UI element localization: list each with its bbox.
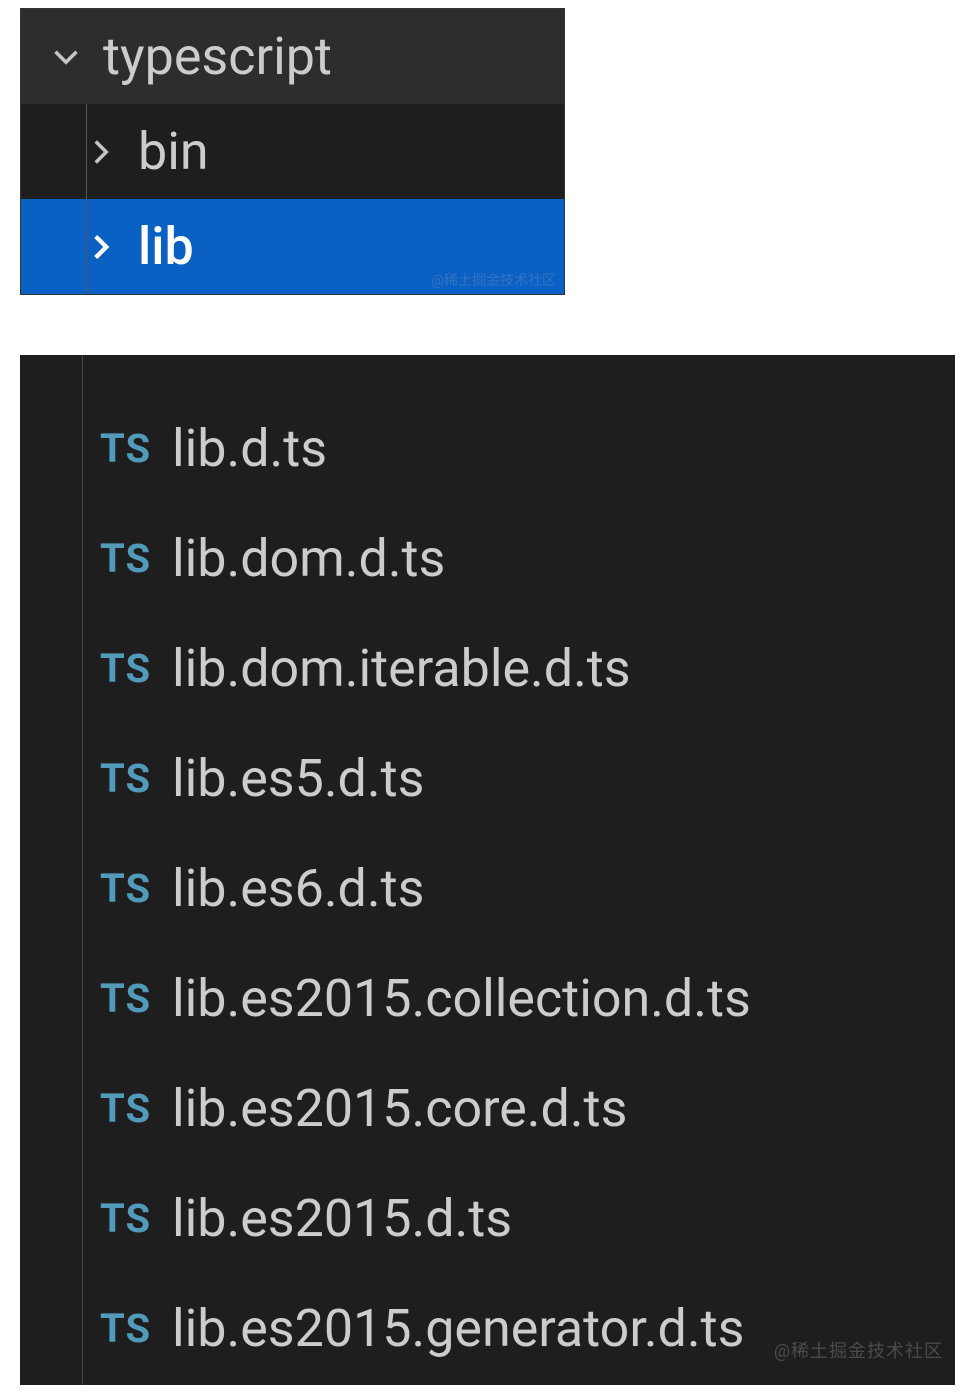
typescript-file-icon: TS bbox=[100, 755, 162, 802]
file-list-panel: TS lib.d.ts TS lib.dom.d.ts TS lib.dom.i… bbox=[20, 355, 955, 1385]
file-item[interactable]: TS lib.es2015.core.d.ts bbox=[20, 1053, 955, 1163]
chevron-right-icon bbox=[76, 226, 126, 268]
file-item[interactable]: TS lib.dom.d.ts bbox=[20, 503, 955, 613]
typescript-file-icon: TS bbox=[100, 535, 162, 582]
file-name: lib.dom.iterable.d.ts bbox=[172, 638, 631, 699]
file-name: lib.es6.d.ts bbox=[172, 858, 424, 919]
file-item[interactable]: TS lib.es2015.collection.d.ts bbox=[20, 943, 955, 1053]
typescript-file-icon: TS bbox=[100, 1085, 162, 1132]
folder-typescript[interactable]: typescript bbox=[21, 9, 564, 104]
file-name: lib.es5.d.ts bbox=[172, 748, 424, 809]
file-name: lib.d.ts bbox=[172, 418, 327, 479]
typescript-file-icon: TS bbox=[100, 645, 162, 692]
watermark: @稀土掘金技术社区 bbox=[431, 270, 556, 290]
indent-guide bbox=[82, 355, 83, 1385]
watermark: @稀土掘金技术社区 bbox=[774, 1337, 943, 1363]
file-item[interactable]: TS lib.es2015.d.ts bbox=[20, 1163, 955, 1273]
typescript-file-icon: TS bbox=[100, 865, 162, 912]
folder-tree-panel: typescript bin lib @稀土掘金技术社区 bbox=[20, 8, 565, 295]
typescript-file-icon: TS bbox=[100, 425, 162, 472]
file-name: lib.es2015.collection.d.ts bbox=[172, 968, 751, 1029]
file-name: lib.es2015.d.ts bbox=[172, 1188, 512, 1249]
file-name: lib.es2015.core.d.ts bbox=[172, 1078, 627, 1139]
folder-bin[interactable]: bin bbox=[21, 104, 564, 199]
chevron-down-icon bbox=[41, 36, 91, 78]
indent-guide bbox=[86, 104, 87, 294]
file-name: lib.dom.d.ts bbox=[172, 528, 445, 589]
folder-label: typescript bbox=[103, 26, 332, 87]
file-item[interactable]: TS lib.d.ts bbox=[20, 393, 955, 503]
file-item[interactable]: TS lib.es6.d.ts bbox=[20, 833, 955, 943]
typescript-file-icon: TS bbox=[100, 1305, 162, 1352]
chevron-right-icon bbox=[76, 131, 126, 173]
file-item[interactable]: TS lib.es5.d.ts bbox=[20, 723, 955, 833]
file-item[interactable]: TS lib.es2015.generator.d.ts bbox=[20, 1273, 955, 1383]
typescript-file-icon: TS bbox=[100, 975, 162, 1022]
typescript-file-icon: TS bbox=[100, 1195, 162, 1242]
file-item[interactable]: TS lib.dom.iterable.d.ts bbox=[20, 613, 955, 723]
folder-label: bin bbox=[138, 121, 209, 182]
folder-label: lib bbox=[138, 216, 194, 277]
file-name: lib.es2015.generator.d.ts bbox=[172, 1298, 744, 1359]
